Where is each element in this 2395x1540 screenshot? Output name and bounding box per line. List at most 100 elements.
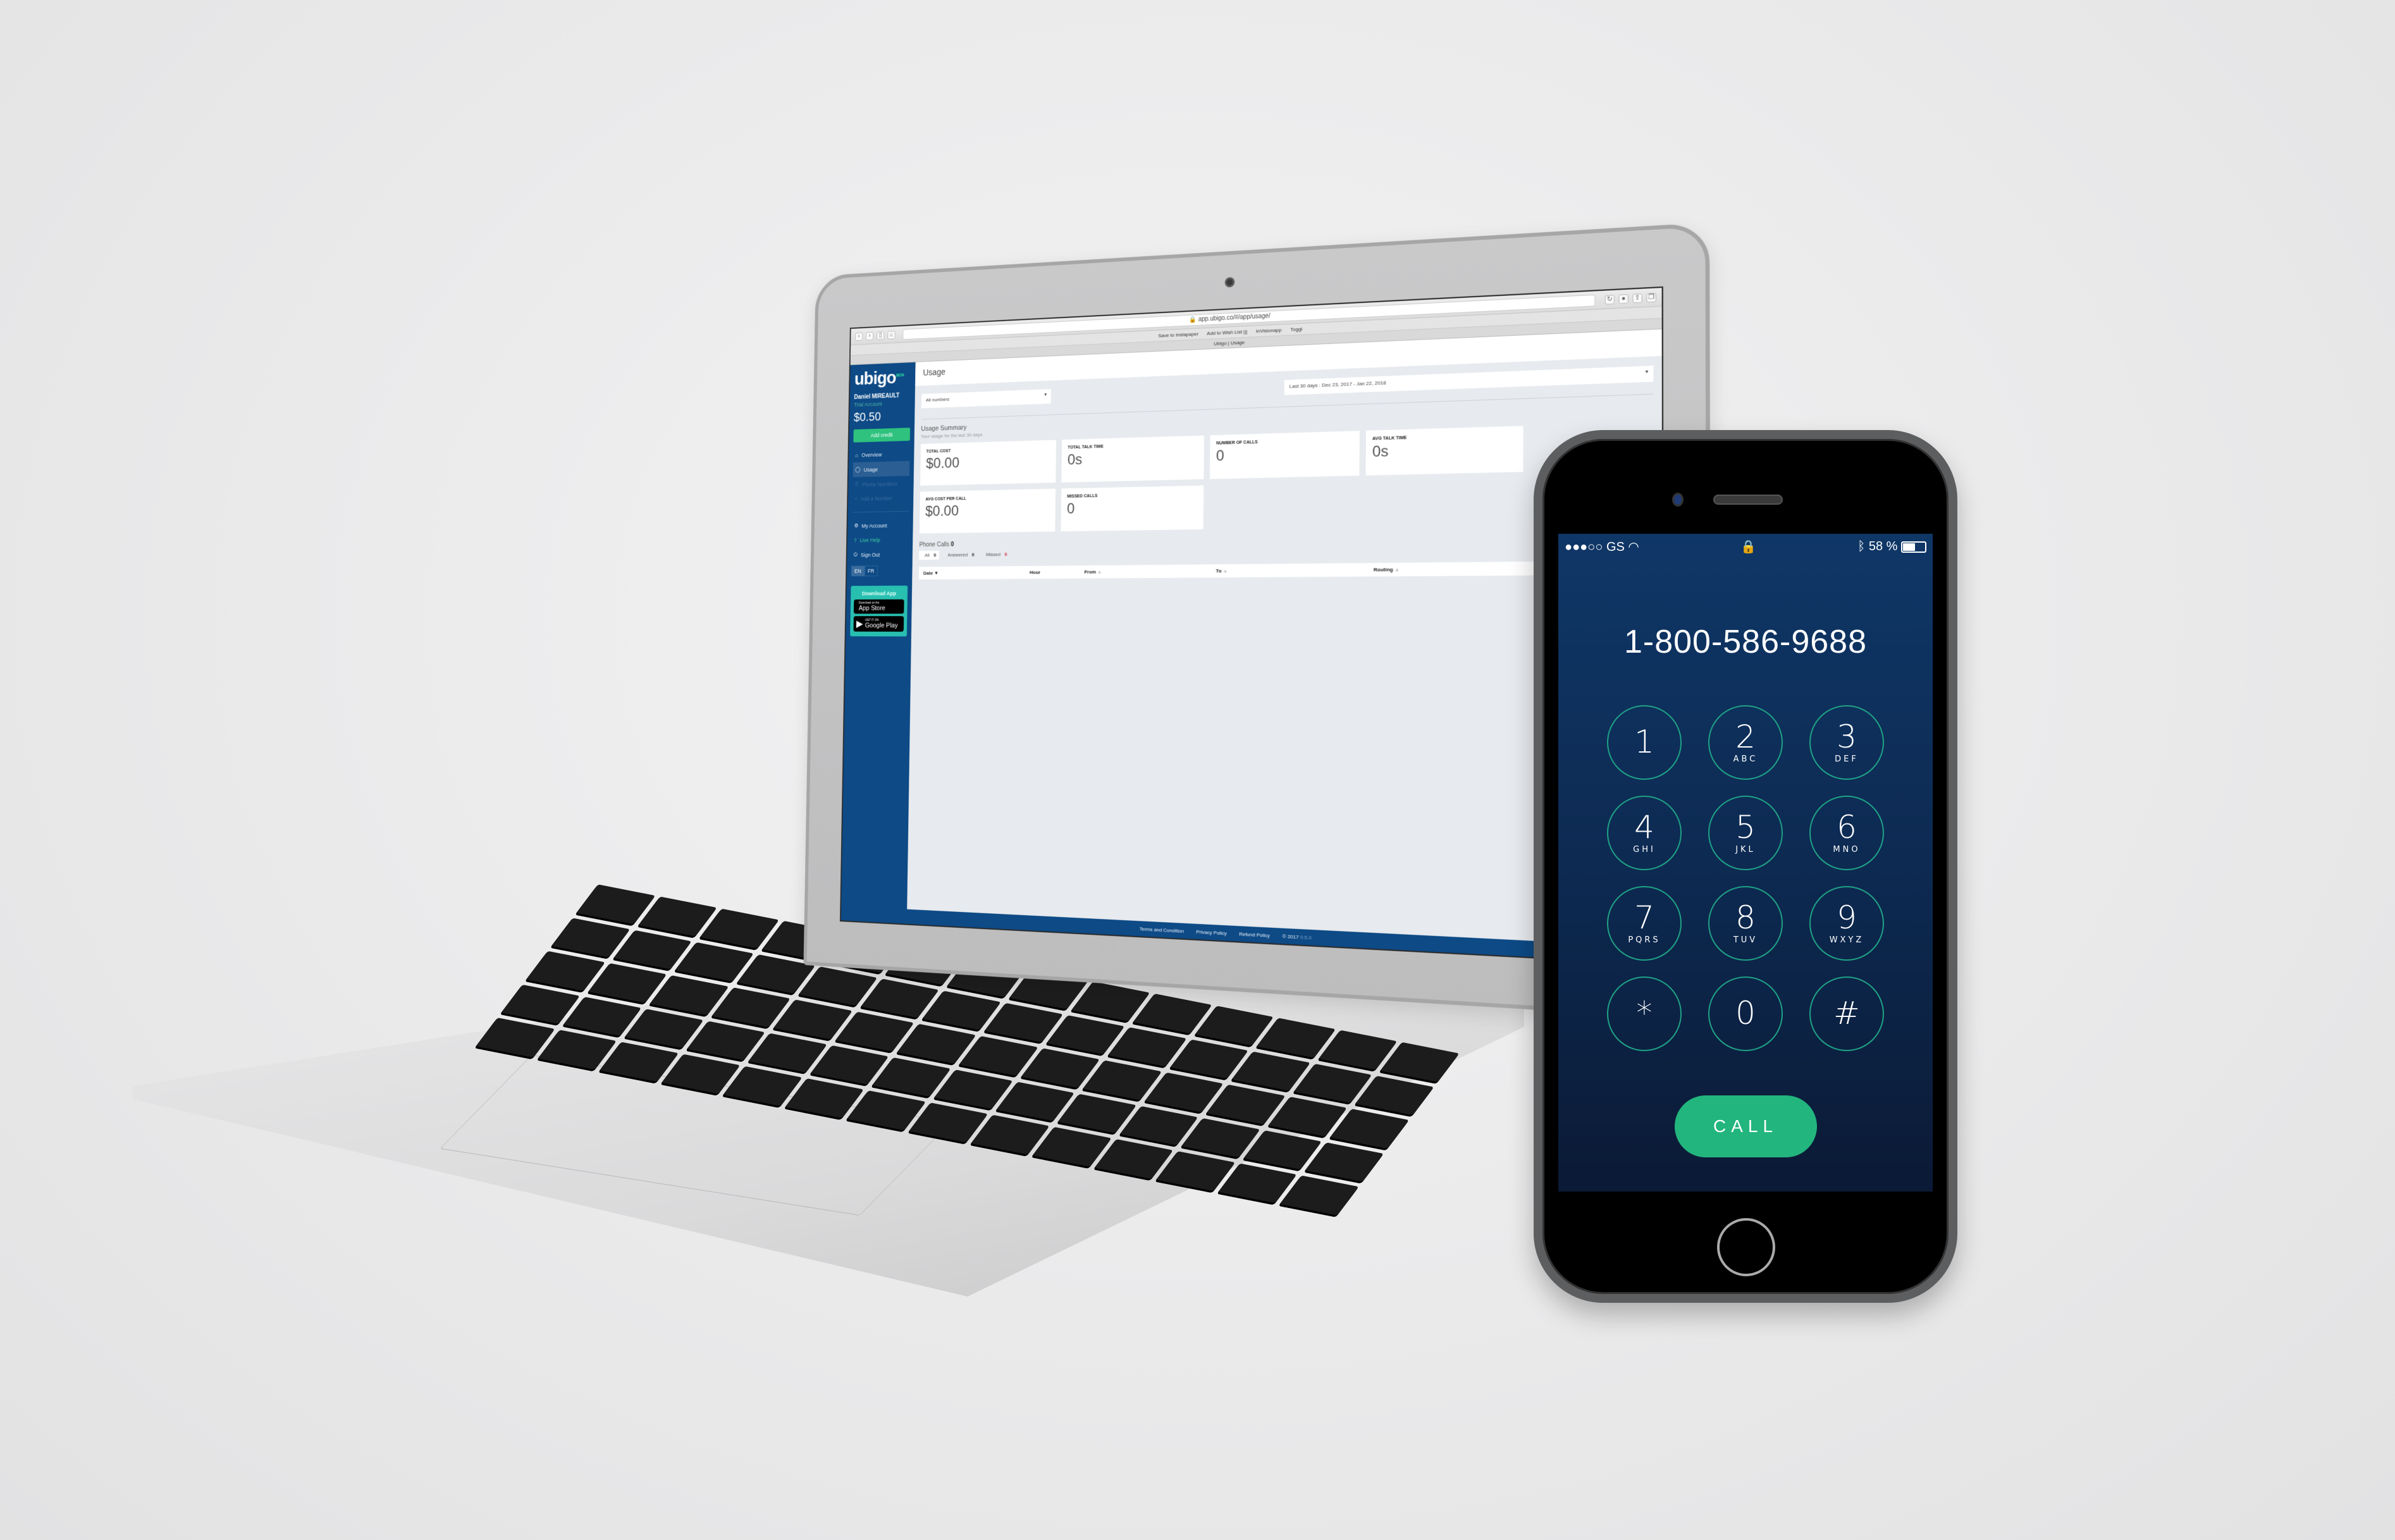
front-camera-icon — [1672, 493, 1684, 507]
dial-key[interactable]: 5 JKL — [1708, 796, 1783, 870]
keyboard-key — [1279, 1176, 1359, 1216]
battery-icon — [1901, 541, 1926, 553]
key-letters: ABC — [1733, 755, 1758, 764]
power-icon: ⏻ — [853, 551, 858, 558]
card-missed-calls: MISSED CALLS 0 — [1061, 485, 1204, 532]
phone-dialer-screen: ●●●○○ GS ◠ 🔒 ᛒ 58 % 1-800-586-9688 1 2 ABC… — [1558, 534, 1933, 1192]
sidebar: ubigoBETA Daniel MIREAULT Trial Account … — [840, 362, 916, 924]
key-letters: DEF — [1835, 755, 1859, 764]
column-routing[interactable]: Routing ▲ — [1374, 565, 1540, 573]
phone-icon: ✆ — [854, 481, 859, 488]
column-from[interactable]: From ▲ — [1084, 568, 1216, 575]
sidebar-item-phone-numbers[interactable]: ✆ Phone Numbers — [853, 476, 909, 492]
lang-fr-button[interactable]: FR — [864, 565, 878, 577]
download-title: Download App — [861, 590, 897, 597]
lang-en-button[interactable]: EN — [851, 565, 865, 577]
sidebar-nav: ⌂ Overview ◯ Usage ✆ Phone Numbers + Add a N… — [853, 447, 910, 506]
google-play-badge[interactable]: ▶ GET IT ON Google Play — [853, 616, 904, 632]
sidebar-item-overview[interactable]: ⌂ Overview — [853, 447, 910, 462]
call-button[interactable]: CALL — [1674, 1095, 1817, 1157]
help-icon: ? — [854, 537, 857, 544]
key-digit: 6 — [1837, 809, 1857, 846]
dial-key[interactable]: 2 ABC — [1708, 705, 1783, 780]
dial-key[interactable]: 7 PQRS — [1607, 886, 1682, 961]
tab-answered[interactable]: Answered 0 — [942, 550, 977, 560]
beta-badge: BETA — [896, 373, 904, 378]
column-hour[interactable]: Hour — [1030, 569, 1085, 576]
extension-icon[interactable]: ● — [1618, 293, 1628, 304]
key-digit: 3 — [1837, 718, 1857, 755]
column-date[interactable]: Date ▼ — [923, 570, 1030, 576]
battery-status: ᛒ 58 % — [1857, 539, 1926, 554]
tabs-icon[interactable]: ❐ — [1646, 292, 1656, 302]
home-button[interactable] — [1717, 1218, 1775, 1276]
number-filter-select[interactable]: All numbers ▼ — [921, 389, 1051, 409]
dial-key[interactable]: 3 DEF — [1809, 705, 1884, 780]
sidebar-item-live-help[interactable]: ? Live Help — [852, 533, 909, 548]
account-balance: $0.50 — [853, 410, 881, 424]
bookmark-item[interactable]: Save to Instapaper — [1158, 329, 1198, 342]
bookmark-item[interactable]: Add to Wish List ||| — [1207, 326, 1247, 339]
forward-button[interactable]: › — [866, 331, 874, 340]
version-label: 0.5.0 — [1300, 933, 1312, 940]
circle-icon: ◯ — [854, 466, 861, 473]
keyboard-key — [1305, 1142, 1384, 1182]
smartphone: ●●●○○ GS ◠ 🔒 ᛒ 58 % 1-800-586-9688 1 2 ABC… — [1534, 430, 1957, 1303]
app-store-badge[interactable]: Download on the App Store — [853, 599, 904, 614]
account-type: Trial Account — [854, 400, 882, 408]
download-app-panel: Download App Download on the App Store ▶ … — [850, 585, 908, 637]
key-digit: 8 — [1735, 899, 1756, 936]
back-button[interactable]: ‹ — [855, 332, 863, 341]
google-play-icon: ▶ — [856, 619, 863, 629]
share-icon[interactable]: ⇪ — [1632, 293, 1642, 303]
sidebar-item-add-number[interactable]: + Add a Number — [853, 491, 909, 506]
footer-link-terms[interactable]: Terms and Condition — [1140, 926, 1184, 934]
dial-key[interactable]: 1 — [1607, 705, 1682, 780]
dial-key[interactable]: 8 TUV — [1708, 886, 1783, 961]
sidebar-item-my-account[interactable]: ⚙ My Account — [852, 517, 909, 533]
key-letters: WXYZ — [1829, 935, 1864, 945]
footer-link-privacy[interactable]: Privacy Policy — [1196, 928, 1227, 936]
home-icon[interactable]: ⌂ — [887, 330, 896, 340]
dial-key[interactable]: * — [1607, 976, 1682, 1051]
dial-key[interactable]: 4 GHI — [1607, 796, 1682, 870]
webcam-icon — [1224, 277, 1235, 288]
add-credit-button[interactable]: Add credit — [853, 428, 911, 443]
bookmark-item[interactable]: InVisionapp — [1256, 324, 1282, 336]
footer-link-refund[interactable]: Refund Policy — [1239, 931, 1270, 939]
sidebar-nav-secondary: ⚙ My Account ? Live Help ⏻ Sign Out — [851, 517, 909, 562]
reload-icon[interactable]: ↻ — [1604, 294, 1615, 305]
key-letters: PQRS — [1628, 935, 1661, 945]
keyboard-key — [1355, 1075, 1434, 1116]
sidebar-item-sign-out[interactable]: ⏻ Sign Out — [851, 546, 908, 562]
key-digit: 0 — [1735, 994, 1756, 1032]
caret-down-icon: ▼ — [1644, 369, 1649, 375]
sort-icon: ▲ — [1222, 568, 1228, 574]
language-switcher: EN FR — [851, 565, 908, 577]
dial-key[interactable]: 0 — [1708, 976, 1783, 1051]
keyboard-key — [1381, 1042, 1460, 1082]
sort-icon: ▲ — [1097, 569, 1102, 575]
tab-missed[interactable]: Missed 0 — [980, 550, 1010, 559]
card-avg-cost-per-call: AVG COST PER CALL $0.00 — [919, 488, 1056, 534]
key-letters: TUV — [1733, 935, 1758, 945]
column-to[interactable]: To ▲ — [1216, 567, 1374, 574]
tab-all[interactable]: All 0 — [919, 550, 939, 560]
date-range-select[interactable]: Last 30 days : Dec 23, 2017 - Jan 22, 20… — [1284, 366, 1654, 395]
sort-icon: ▲ — [1395, 566, 1400, 573]
sidebar-toggle-icon[interactable]: ▯ — [877, 331, 885, 340]
dial-key[interactable]: 9 WXYZ — [1809, 886, 1884, 961]
dial-key[interactable]: # — [1809, 976, 1884, 1051]
carrier-signal: ●●●○○ GS ◠ — [1565, 540, 1639, 554]
plus-icon: + — [854, 496, 858, 502]
home-icon: ⌂ — [855, 452, 859, 459]
card-total-talk-time: TOTAL TALK TIME 0s — [1061, 435, 1204, 483]
sidebar-item-usage[interactable]: ◯ Usage — [853, 460, 910, 477]
keyboard-key — [1330, 1109, 1410, 1149]
bookmark-item[interactable]: Toggl — [1290, 324, 1302, 335]
ubigo-logo[interactable]: ubigoBETA — [854, 368, 911, 389]
lock-icon: 🔒 — [1740, 540, 1757, 554]
dial-key[interactable]: 6 MNO — [1809, 796, 1884, 870]
gear-icon: ⚙ — [854, 522, 859, 529]
dialed-number: 1-800-586-9688 — [1623, 624, 1868, 660]
